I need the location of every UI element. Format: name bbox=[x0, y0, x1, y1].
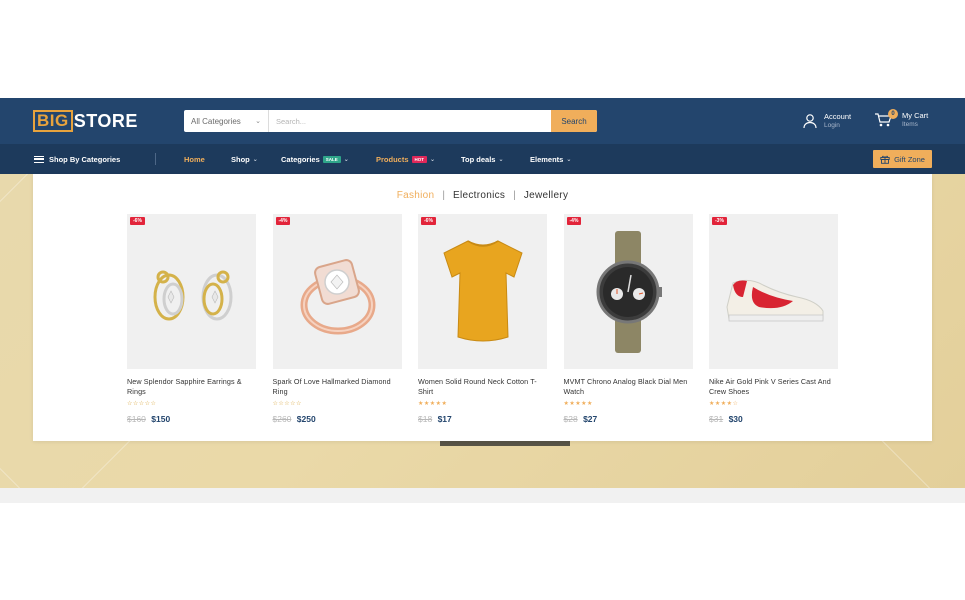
nav-shop[interactable]: Shop ⌄ bbox=[231, 144, 258, 174]
sale-badge: SALE bbox=[322, 155, 341, 163]
earrings-image bbox=[153, 270, 232, 320]
product-image[interactable]: -3% bbox=[709, 214, 838, 369]
cart-count-badge: 0 bbox=[888, 109, 898, 119]
old-price: $18 bbox=[418, 414, 433, 424]
old-price: $31 bbox=[709, 414, 724, 424]
rating-stars: ★★★★☆ bbox=[709, 401, 739, 407]
cart-title: My Cart bbox=[902, 111, 929, 120]
header: BIG STORE All Categories ⌄ Search Accoun… bbox=[0, 98, 965, 144]
nav-shop-label: Shop bbox=[231, 154, 250, 164]
product-title[interactable]: Nike Air Gold Pink V Series Cast And Cre… bbox=[709, 377, 838, 397]
gift-zone-label: Gift Zone bbox=[894, 154, 925, 164]
discount-badge: -4% bbox=[275, 217, 291, 225]
tab-fashion[interactable]: Fashion bbox=[389, 190, 443, 201]
current-price: $27 bbox=[583, 414, 598, 424]
discount-badge: -6% bbox=[421, 217, 436, 225]
rating-stars: ☆☆☆☆☆ bbox=[272, 401, 302, 407]
nav-home-label: Home bbox=[184, 154, 205, 164]
product-title[interactable]: MVMT Chrono Analog Black Dial Men Watch bbox=[564, 377, 693, 397]
nav-top-deals[interactable]: Top deals ⌄ bbox=[461, 144, 503, 174]
product-price: $18 $17 bbox=[418, 414, 547, 424]
logo[interactable]: BIG STORE bbox=[33, 110, 138, 132]
product-grid: -6% New Splendor Sapphire Earrings & Rin… bbox=[127, 214, 855, 424]
product-title[interactable]: Women Solid Round Neck Cotton T-Shirt bbox=[418, 377, 547, 397]
products-mega-menu: Fashion | Electronics | Jewellery -6% Ne… bbox=[33, 174, 932, 441]
gift-icon bbox=[880, 155, 890, 164]
product-card[interactable]: -4% Spark Of Love Hallmarked Diamond Rin… bbox=[272, 214, 402, 424]
nav-home[interactable]: Home bbox=[184, 144, 205, 174]
nav-categories[interactable]: Categories SALE ⌄ bbox=[281, 144, 349, 174]
product-title[interactable]: Spark Of Love Hallmarked Diamond Ring bbox=[273, 377, 402, 397]
search-bar: All Categories ⌄ Search bbox=[184, 110, 597, 132]
banner-bottom-strip bbox=[0, 488, 965, 503]
product-card[interactable]: -3% Nike Air Gold Pink V Series Cast And… bbox=[709, 214, 838, 424]
product-title[interactable]: New Splendor Sapphire Earrings & Rings bbox=[127, 377, 256, 397]
hot-badge: HOT bbox=[411, 155, 428, 163]
tab-electronics[interactable]: Electronics bbox=[445, 190, 513, 201]
nav-elements-label: Elements bbox=[530, 154, 564, 164]
menu-icon bbox=[34, 155, 44, 163]
chevron-down-icon: ⌄ bbox=[343, 156, 349, 163]
rating-stars: ★★★★★ bbox=[418, 401, 448, 407]
user-icon bbox=[803, 114, 817, 129]
search-button[interactable]: Search bbox=[551, 110, 597, 132]
chevron-down-icon: ⌄ bbox=[255, 118, 261, 125]
old-price: $28 bbox=[563, 414, 578, 424]
product-image[interactable]: -4% bbox=[563, 214, 693, 369]
current-price: $250 bbox=[296, 414, 316, 424]
watch-image bbox=[596, 230, 662, 353]
product-image[interactable]: -4% bbox=[272, 214, 402, 369]
shoe-image bbox=[725, 279, 823, 321]
current-price: $30 bbox=[728, 414, 743, 424]
tab-jewellery[interactable]: Jewellery bbox=[516, 190, 576, 201]
chevron-down-icon: ⌄ bbox=[498, 156, 504, 163]
tshirt-image bbox=[442, 239, 523, 341]
product-price: $260 $250 bbox=[273, 414, 402, 424]
product-image[interactable]: -6% bbox=[418, 214, 547, 369]
account-title: Account bbox=[824, 112, 852, 121]
chevron-down-icon: ⌄ bbox=[252, 156, 258, 163]
cart-link[interactable]: 0 My Cart Items bbox=[874, 109, 929, 129]
nav-top-deals-label: Top deals bbox=[461, 154, 496, 164]
nav-products-label: Products bbox=[376, 154, 409, 164]
category-tabs: Fashion | Electronics | Jewellery bbox=[33, 190, 932, 201]
ring-image bbox=[300, 258, 376, 334]
category-select-value: All Categories bbox=[191, 116, 241, 126]
logo-store: STORE bbox=[73, 110, 138, 131]
old-price: $260 bbox=[272, 414, 292, 424]
cart-icon: 0 bbox=[874, 109, 898, 128]
chevron-down-icon: ⌄ bbox=[566, 156, 572, 163]
discount-badge: -4% bbox=[566, 217, 582, 225]
product-price: $31 $30 bbox=[709, 414, 838, 424]
nav-products[interactable]: Products HOT ⌄ bbox=[376, 144, 435, 174]
search-input[interactable] bbox=[269, 110, 551, 132]
nav-divider bbox=[155, 153, 156, 165]
shop-by-categories-button[interactable]: Shop By Categories bbox=[34, 144, 120, 174]
product-card[interactable]: -6% Women Solid Round Neck Cotton T-Shir… bbox=[418, 214, 547, 424]
logo-big: BIG bbox=[33, 110, 73, 132]
product-card[interactable]: -4% MVMT Chrono Analog Black Dial Men Wa… bbox=[563, 214, 693, 424]
product-price: $28 $27 bbox=[564, 414, 693, 424]
account-sub: Login bbox=[824, 122, 840, 129]
category-select[interactable]: All Categories ⌄ bbox=[184, 110, 269, 132]
rating-stars: ★★★★★ bbox=[563, 401, 593, 407]
discount-badge: -6% bbox=[130, 217, 145, 225]
rating-stars: ☆☆☆☆☆ bbox=[127, 401, 157, 407]
product-card[interactable]: -6% New Splendor Sapphire Earrings & Rin… bbox=[127, 214, 256, 424]
cart-sub: Items bbox=[902, 121, 918, 128]
shop-by-categories-label: Shop By Categories bbox=[49, 154, 121, 164]
old-price: $160 bbox=[127, 414, 146, 424]
nav-elements[interactable]: Elements ⌄ bbox=[530, 144, 571, 174]
discount-badge: -3% bbox=[712, 217, 727, 225]
product-price: $160 $150 bbox=[127, 414, 256, 424]
gift-zone-button[interactable]: Gift Zone bbox=[873, 150, 932, 168]
page: BIG STORE All Categories ⌄ Search Accoun… bbox=[0, 0, 965, 600]
current-price: $17 bbox=[437, 414, 452, 424]
chevron-down-icon: ⌄ bbox=[430, 156, 436, 163]
nav-categories-label: Categories bbox=[281, 154, 320, 164]
main-nav: Shop By Categories Home Shop ⌄ Categorie… bbox=[0, 144, 965, 174]
product-image[interactable]: -6% bbox=[127, 214, 256, 369]
current-price: $150 bbox=[151, 414, 171, 424]
account-link[interactable]: Account Login bbox=[802, 112, 851, 130]
